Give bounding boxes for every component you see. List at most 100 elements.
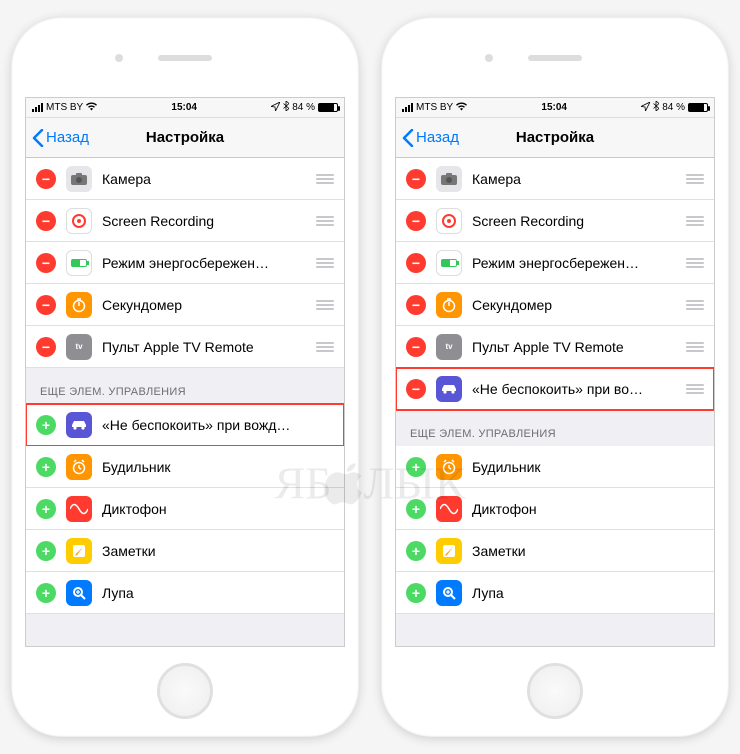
remove-icon[interactable]: − — [36, 295, 56, 315]
nav-header: Назад Настройка — [396, 118, 714, 158]
row-screen-recording[interactable]: − Screen Recording — [396, 200, 714, 242]
row-label: Режим энергосбережен… — [102, 255, 306, 271]
drag-handle-icon[interactable] — [316, 300, 334, 310]
camera-icon — [436, 166, 462, 192]
drag-handle-icon[interactable] — [686, 258, 704, 268]
signal-icon — [32, 103, 43, 112]
row-label: Диктофон — [472, 501, 704, 517]
row-tv-remote[interactable]: − tv Пульт Apple TV Remote — [396, 326, 714, 368]
location-icon — [271, 102, 280, 114]
remove-icon[interactable]: − — [406, 169, 426, 189]
voice-memos-icon — [66, 496, 92, 522]
remove-icon[interactable]: − — [406, 253, 426, 273]
row-label: Камера — [102, 171, 306, 187]
back-label: Назад — [416, 129, 459, 146]
add-icon[interactable]: + — [406, 457, 426, 477]
screen-left: MTS BY 15:04 84 % Назад — [25, 97, 345, 647]
row-label: Диктофон — [102, 501, 334, 517]
add-icon[interactable]: + — [406, 583, 426, 603]
row-camera[interactable]: − Камера — [26, 158, 344, 200]
voice-memos-icon — [436, 496, 462, 522]
camera-icon — [66, 166, 92, 192]
row-label: Пульт Apple TV Remote — [102, 339, 306, 355]
row-stopwatch[interactable]: − Секундомер — [396, 284, 714, 326]
clock: 15:04 — [97, 102, 271, 113]
drag-handle-icon[interactable] — [316, 258, 334, 268]
back-label: Назад — [46, 129, 89, 146]
battery-pct: 84 % — [292, 102, 315, 113]
add-icon[interactable]: + — [406, 499, 426, 519]
car-icon — [436, 376, 462, 402]
phone-speaker — [158, 55, 212, 61]
location-icon — [641, 102, 650, 114]
add-icon[interactable]: + — [36, 541, 56, 561]
remove-icon[interactable]: − — [406, 211, 426, 231]
home-button[interactable] — [157, 663, 213, 719]
back-button[interactable]: Назад — [396, 129, 459, 147]
row-alarm[interactable]: + Будильник — [396, 446, 714, 488]
nav-header: Назад Настройка — [26, 118, 344, 158]
row-notes[interactable]: + Заметки — [26, 530, 344, 572]
screen-recording-icon — [436, 208, 462, 234]
row-magnifier[interactable]: + Лупа — [26, 572, 344, 614]
remove-icon[interactable]: − — [406, 295, 426, 315]
carrier-label: MTS BY — [416, 102, 453, 113]
drag-handle-icon[interactable] — [686, 216, 704, 226]
drag-handle-icon[interactable] — [686, 174, 704, 184]
remove-icon[interactable]: − — [36, 169, 56, 189]
remove-icon[interactable]: − — [406, 379, 426, 399]
chevron-left-icon — [32, 129, 44, 147]
row-label: Секундомер — [102, 297, 306, 313]
add-icon[interactable]: + — [36, 415, 56, 435]
add-icon[interactable]: + — [36, 499, 56, 519]
alarm-icon — [436, 454, 462, 480]
row-label: Будильник — [472, 459, 704, 475]
row-voice-memos[interactable]: + Диктофон — [396, 488, 714, 530]
row-label: Лупа — [472, 585, 704, 601]
status-bar: MTS BY 15:04 84 % — [26, 98, 344, 118]
row-camera[interactable]: − Камера — [396, 158, 714, 200]
apple-tv-icon: tv — [66, 334, 92, 360]
drag-handle-icon[interactable] — [316, 216, 334, 226]
add-icon[interactable]: + — [36, 583, 56, 603]
row-dnd-driving[interactable]: − «Не беспокоить» при во… — [396, 368, 714, 410]
row-alarm[interactable]: + Будильник — [26, 446, 344, 488]
row-label: Screen Recording — [102, 213, 306, 229]
home-button[interactable] — [527, 663, 583, 719]
drag-handle-icon[interactable] — [686, 384, 704, 394]
row-screen-recording[interactable]: − Screen Recording — [26, 200, 344, 242]
drag-handle-icon[interactable] — [686, 342, 704, 352]
row-label: Пульт Apple TV Remote — [472, 339, 676, 355]
remove-icon[interactable]: − — [36, 337, 56, 357]
section-header-more: ЕЩЕ ЭЛЕМ. УПРАВЛЕНИЯ — [396, 410, 714, 446]
row-notes[interactable]: + Заметки — [396, 530, 714, 572]
row-label: Screen Recording — [472, 213, 676, 229]
apple-tv-icon: tv — [436, 334, 462, 360]
magnifier-icon — [66, 580, 92, 606]
remove-icon[interactable]: − — [36, 253, 56, 273]
row-label: «Не беспокоить» при вожд… — [102, 417, 334, 433]
remove-icon[interactable]: − — [36, 211, 56, 231]
row-stopwatch[interactable]: − Секундомер — [26, 284, 344, 326]
stopwatch-icon — [66, 292, 92, 318]
carrier-label: MTS BY — [46, 102, 83, 113]
drag-handle-icon[interactable] — [686, 300, 704, 310]
row-low-power[interactable]: − Режим энергосбережен… — [396, 242, 714, 284]
row-voice-memos[interactable]: + Диктофон — [26, 488, 344, 530]
bluetooth-icon — [283, 101, 289, 114]
remove-icon[interactable]: − — [406, 337, 426, 357]
add-icon[interactable]: + — [36, 457, 56, 477]
status-bar: MTS BY 15:04 84 % — [396, 98, 714, 118]
row-label: Заметки — [472, 543, 704, 559]
row-tv-remote[interactable]: − tv Пульт Apple TV Remote — [26, 326, 344, 368]
back-button[interactable]: Назад — [26, 129, 89, 147]
alarm-icon — [66, 454, 92, 480]
row-low-power[interactable]: − Режим энергосбережен… — [26, 242, 344, 284]
stopwatch-icon — [436, 292, 462, 318]
row-dnd-driving[interactable]: + «Не беспокоить» при вожд… — [26, 404, 344, 446]
add-icon[interactable]: + — [406, 541, 426, 561]
drag-handle-icon[interactable] — [316, 174, 334, 184]
row-magnifier[interactable]: + Лупа — [396, 572, 714, 614]
drag-handle-icon[interactable] — [316, 342, 334, 352]
magnifier-icon — [436, 580, 462, 606]
